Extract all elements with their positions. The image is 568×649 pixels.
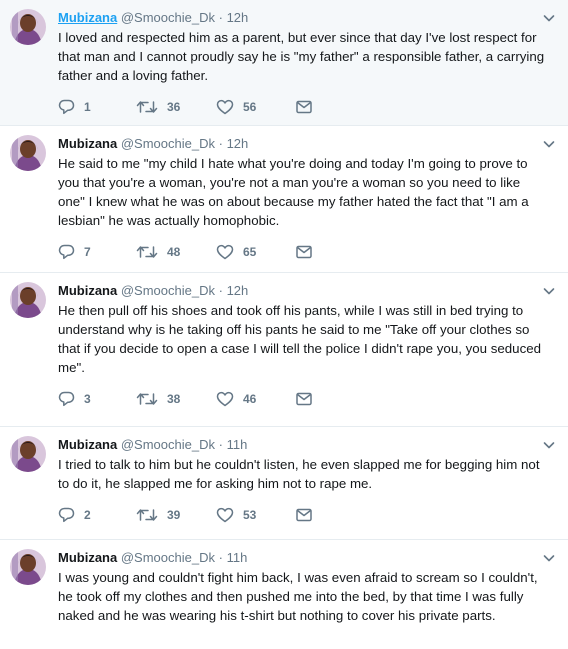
display-name[interactable]: Mubizana — [58, 283, 117, 298]
dm-button[interactable] — [296, 100, 312, 114]
retweet-icon — [136, 246, 158, 258]
envelope-icon — [296, 245, 312, 259]
retweet-icon — [136, 509, 158, 521]
timestamp[interactable]: 11h — [227, 437, 248, 452]
separator-dot: · — [218, 437, 223, 452]
display-name[interactable]: Mubizana — [58, 550, 117, 565]
envelope-icon — [296, 392, 312, 406]
reply-icon — [58, 507, 75, 523]
chevron-down-icon[interactable] — [542, 11, 556, 25]
display-name[interactable]: Mubizana — [58, 437, 117, 452]
chevron-down-icon[interactable] — [542, 551, 556, 565]
like-button[interactable]: 65 — [216, 244, 296, 260]
avatar[interactable] — [10, 436, 46, 472]
avatar[interactable] — [10, 135, 46, 171]
retweet-button[interactable]: 38 — [136, 391, 216, 407]
tweet[interactable]: Mubizana @Smoochie_Dk · 11h I tried to t… — [0, 427, 568, 540]
tweet-actions: 1 36 56 — [58, 97, 554, 123]
tweet-thread: Mubizana @Smoochie_Dk · 12h I loved and … — [0, 0, 568, 649]
heart-icon — [216, 99, 234, 115]
dm-button[interactable] — [296, 392, 312, 406]
heart-icon — [216, 244, 234, 260]
reply-count: 1 — [84, 100, 91, 114]
tweet-actions: 7 48 65 — [58, 242, 554, 268]
retweet-count: 48 — [167, 245, 181, 259]
separator-dot: · — [218, 550, 223, 565]
retweet-icon — [136, 101, 158, 113]
dm-button[interactable] — [296, 508, 312, 522]
retweet-button[interactable]: 48 — [136, 244, 216, 260]
reply-button[interactable]: 2 — [58, 507, 136, 523]
username[interactable]: @Smoochie_Dk — [121, 550, 215, 565]
username[interactable]: @Smoochie_Dk — [121, 136, 215, 151]
retweet-button[interactable]: 39 — [136, 507, 216, 523]
chevron-down-icon[interactable] — [542, 137, 556, 151]
tweet[interactable]: Mubizana @Smoochie_Dk · 12h He then pull… — [0, 273, 568, 427]
chevron-down-icon[interactable] — [542, 284, 556, 298]
tweet-header: Mubizana @Smoochie_Dk · 11h — [58, 436, 554, 454]
retweet-icon — [136, 393, 158, 405]
reply-count: 3 — [84, 392, 91, 406]
retweet-count: 38 — [167, 392, 181, 406]
separator-dot: · — [218, 10, 223, 25]
retweet-button[interactable]: 36 — [136, 99, 216, 115]
tweet-text: I was young and couldn't fight him back,… — [58, 570, 538, 623]
chevron-down-icon[interactable] — [542, 438, 556, 452]
timestamp[interactable]: 12h — [227, 136, 249, 151]
reply-button[interactable]: 3 — [58, 391, 136, 407]
like-count: 65 — [243, 245, 257, 259]
dm-button[interactable] — [296, 245, 312, 259]
reply-icon — [58, 244, 75, 260]
username[interactable]: @Smoochie_Dk — [121, 437, 215, 452]
retweet-count: 36 — [167, 100, 181, 114]
like-count: 53 — [243, 508, 257, 522]
timestamp[interactable]: 11h — [227, 550, 248, 565]
display-name[interactable]: Mubizana — [58, 136, 117, 151]
reply-button[interactable]: 7 — [58, 244, 136, 260]
tweet-header: Mubizana @Smoochie_Dk · 11h — [58, 549, 554, 567]
like-count: 46 — [243, 392, 257, 406]
envelope-icon — [296, 100, 312, 114]
tweet-text: I tried to talk to him but he couldn't l… — [58, 457, 540, 491]
reply-count: 2 — [84, 508, 91, 522]
avatar[interactable] — [10, 282, 46, 318]
separator-dot: · — [218, 136, 223, 151]
separator-dot: · — [218, 283, 223, 298]
reply-count: 7 — [84, 245, 91, 259]
heart-icon — [216, 507, 234, 523]
tweet-header: Mubizana @Smoochie_Dk · 12h — [58, 9, 554, 27]
username[interactable]: @Smoochie_Dk — [121, 283, 215, 298]
avatar[interactable] — [10, 549, 46, 585]
heart-icon — [216, 391, 234, 407]
like-count: 56 — [243, 100, 257, 114]
avatar[interactable] — [10, 9, 46, 45]
envelope-icon — [296, 508, 312, 522]
display-name[interactable]: Mubizana — [58, 10, 117, 25]
timestamp[interactable]: 12h — [227, 10, 249, 25]
timestamp[interactable]: 12h — [227, 283, 249, 298]
tweet-text: I loved and respected him as a parent, b… — [58, 30, 545, 83]
tweet[interactable]: Mubizana @Smoochie_Dk · 12h I loved and … — [0, 0, 568, 126]
tweet[interactable]: Mubizana @Smoochie_Dk · 11h I was young … — [0, 540, 568, 649]
tweet-header: Mubizana @Smoochie_Dk · 12h — [58, 135, 554, 153]
reply-icon — [58, 99, 75, 115]
tweet-text: He then pull off his shoes and took off … — [58, 303, 542, 375]
tweet-text: He said to me "my child I hate what you'… — [58, 156, 529, 228]
username[interactable]: @Smoochie_Dk — [121, 10, 215, 25]
tweet-header: Mubizana @Smoochie_Dk · 12h — [58, 282, 554, 300]
like-button[interactable]: 53 — [216, 507, 296, 523]
reply-button[interactable]: 1 — [58, 99, 136, 115]
tweet-actions: 3 38 46 — [58, 389, 554, 415]
like-button[interactable]: 46 — [216, 391, 296, 407]
reply-icon — [58, 391, 75, 407]
tweet[interactable]: Mubizana @Smoochie_Dk · 12h He said to m… — [0, 126, 568, 273]
tweet-actions: 2 39 53 — [58, 505, 554, 531]
retweet-count: 39 — [167, 508, 181, 522]
like-button[interactable]: 56 — [216, 99, 296, 115]
